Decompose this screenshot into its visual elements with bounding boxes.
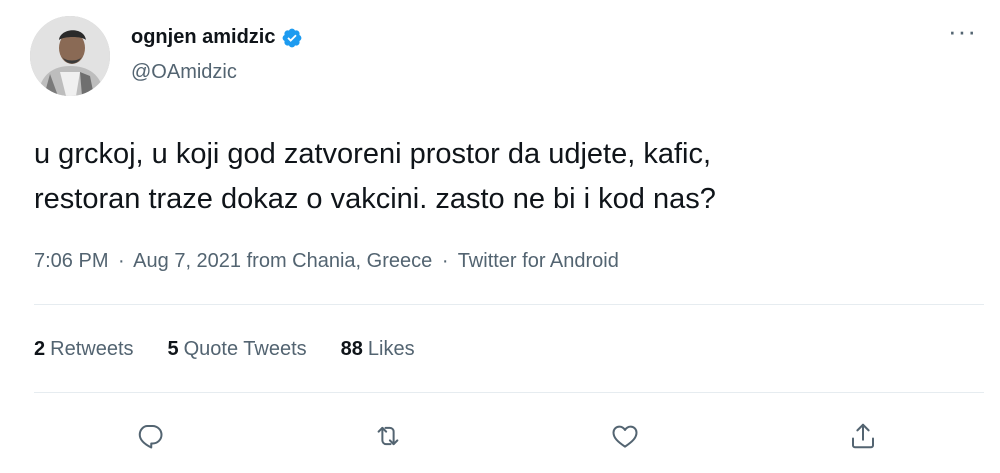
reply-button[interactable] (128, 414, 172, 458)
author-display-name[interactable]: ognjen amidzic (131, 26, 275, 49)
author-handle[interactable]: @OAmidzic (131, 61, 237, 84)
meta-separator: · (118, 250, 125, 272)
tweet-time[interactable]: 7:06 PM (34, 250, 108, 272)
likes-count: 88 (340, 338, 363, 360)
retweet-icon (377, 426, 399, 446)
share-button[interactable] (841, 414, 885, 458)
retweets-stat[interactable]: 2 Retweets (34, 338, 134, 361)
tweet-actions (0, 414, 1000, 458)
tweet-meta: 7:06 PM · Aug 7, 2021 from Chania, Greec… (34, 250, 619, 273)
divider (34, 304, 984, 305)
avatar[interactable] (30, 16, 110, 96)
quote-tweets-count: 5 (167, 338, 179, 360)
reply-icon (138, 425, 163, 449)
retweets-count: 2 (34, 338, 46, 360)
quote-tweets-stat[interactable]: 5 Quote Tweets (168, 338, 307, 361)
quote-tweets-label: Quote Tweets (183, 338, 307, 360)
meta-separator: · (441, 250, 449, 272)
author-display-name-row[interactable]: ognjen amidzic (131, 26, 303, 49)
tweet-text: u grckoj, u koji god zatvoreni prostor d… (34, 138, 716, 215)
retweets-label: Retweets (50, 338, 134, 360)
tweet-date[interactable]: Aug 7, 2021 (133, 250, 241, 272)
share-icon (852, 423, 874, 449)
more-options-icon[interactable]: ··· (948, 18, 977, 44)
like-button[interactable] (603, 414, 647, 458)
tweet-location[interactable]: from Chania, Greece (247, 250, 433, 272)
avatar-photo-icon (30, 16, 110, 96)
tweet-card: ognjen amidzic @OAmidzic ··· u grckoj, u… (0, 0, 1000, 473)
like-icon (612, 425, 638, 448)
divider (34, 392, 984, 393)
tweet-source[interactable]: Twitter for Android (458, 250, 619, 272)
likes-stat[interactable]: 88 Likes (341, 338, 415, 361)
likes-label: Likes (367, 338, 415, 360)
tweet-stats: 2 Retweets 5 Quote Tweets 88 Likes (34, 338, 415, 361)
verified-badge-icon (283, 28, 302, 47)
retweet-button[interactable] (366, 414, 410, 458)
